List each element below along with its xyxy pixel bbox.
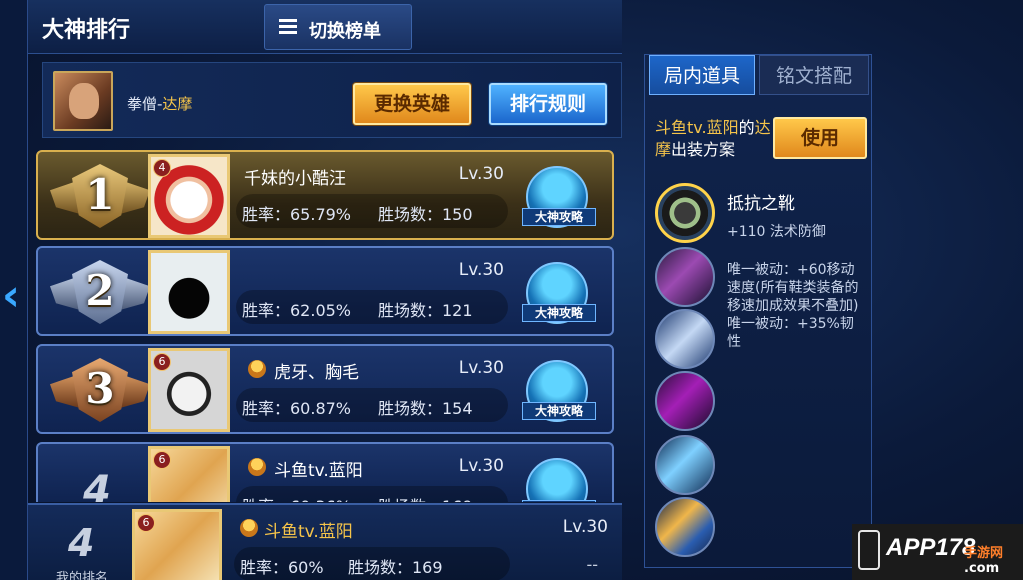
player-name: 千妹的小酷汪 [244, 169, 346, 189]
avatar-level-badge: 4 [153, 159, 171, 177]
win-rate: 胜率：60.36% [242, 493, 351, 502]
axe-item-icon[interactable] [655, 247, 715, 307]
item-stat: +110 法术防御 [727, 224, 826, 240]
boots-item-icon[interactable] [655, 183, 715, 243]
avatar-level-badge: 6 [153, 451, 171, 469]
switch-list-label: 切换榜单 [309, 21, 381, 42]
stats-bar: 胜率：60.87% 胜场数：154 [236, 388, 508, 422]
guide-label: 大神攻略 [522, 208, 596, 226]
watermark-sub-text: 手游网 [964, 546, 1004, 561]
collapse-arrow-icon[interactable]: ‹ [0, 268, 22, 324]
build-panel: 局内道具 铭文搭配 斗鱼tv.蓝阳的达摩出装方案 使用 抵抗之靴 +110 法术… [644, 54, 872, 568]
avatar-level-badge: 6 [153, 353, 171, 371]
hero-title: 拳僧- [127, 95, 163, 113]
player-avatar[interactable] [148, 250, 230, 334]
tab-runes[interactable]: 铭文搭配 [759, 55, 869, 95]
guide-button[interactable]: 大神攻略 [522, 458, 596, 502]
stats-bar: 胜率：62.05% 胜场数：121 [236, 290, 508, 324]
build-heading: 斗鱼tv.蓝阳的达摩出装方案 [655, 117, 775, 161]
guide-label: 大神攻略 [522, 500, 596, 502]
rank-3-badge: 3 [50, 354, 150, 426]
my-rank-number: 4 [68, 521, 95, 565]
guide-button[interactable]: 大神攻略 [522, 166, 596, 228]
stats-bar: 胜率：60.36% 胜场数：169 [236, 486, 508, 502]
hero-name-highlight: 达摩 [162, 95, 193, 113]
player-name: 斗鱼tv.蓝阳 [274, 461, 363, 481]
change-hero-button[interactable]: 更换英雄 [353, 83, 471, 125]
rank-number: 2 [85, 266, 115, 315]
build-heading-tail: 出装方案 [671, 140, 736, 159]
item-description: 唯一被动：+60移动速度(所有鞋类装备的移速加成效果不叠加)唯一被动：+35%韧… [727, 262, 859, 350]
rank-row-3[interactable]: 3 6 虎牙、胸毛 Lv.30 胜率：60.87% 胜场数：154 大神攻略 [36, 344, 614, 434]
use-build-button[interactable]: 使用 [773, 117, 867, 159]
player-level: Lv.30 [458, 358, 504, 378]
my-win-count: 胜场数：169 [348, 558, 443, 577]
hero-name: 拳僧-达摩 [127, 93, 192, 114]
list-icon [279, 19, 297, 35]
watermark-text: APP178 [886, 534, 976, 561]
player-level: Lv.30 [458, 456, 504, 476]
bow-item-icon[interactable] [655, 435, 715, 495]
my-extra: -- [586, 555, 598, 574]
rank-1-badge: 1 [50, 160, 150, 232]
win-rate: 胜率：60.87% [242, 399, 352, 418]
watermark-logo: APP178 手游网 .com [852, 524, 1023, 580]
win-count: 胜场数：154 [378, 399, 473, 418]
sword-item-icon[interactable] [655, 309, 715, 369]
avatar-level-badge: 6 [137, 514, 155, 532]
panel-tabs: 局内道具 铭文搭配 [645, 55, 871, 97]
rank-number: 1 [85, 170, 115, 219]
rank-2-badge: 2 [50, 256, 150, 328]
my-player-level: Lv.30 [562, 517, 608, 537]
watermark-sub: 手游网 .com [964, 542, 1003, 576]
watermark-domain: .com [964, 561, 1000, 576]
rank-row-4[interactable]: 4 6 斗鱼tv.蓝阳 Lv.30 胜率：60.36% 胜场数：169 大神攻略 [36, 442, 614, 502]
ranking-rules-button[interactable]: 排行规则 [489, 83, 607, 125]
rank-number: 4 [83, 468, 111, 502]
player-avatar[interactable]: 6 [148, 446, 230, 502]
medal-icon [248, 458, 266, 476]
tab-items[interactable]: 局内道具 [649, 55, 755, 95]
stats-bar: 胜率：65.79% 胜场数：150 [236, 194, 508, 228]
purple-armor-item-icon[interactable] [655, 371, 715, 431]
guide-label: 大神攻略 [522, 402, 596, 420]
game-screen: ‹ 大神排行 切换榜单 拳僧-达摩 更换英雄 排行规则 1 4 千妹的小酷汪 L… [0, 0, 1023, 580]
win-rate: 胜率：62.05% [242, 301, 352, 320]
guide-label: 大神攻略 [522, 304, 596, 322]
hero-bar: 拳僧-达摩 更换英雄 排行规则 [42, 62, 622, 138]
phone-icon [858, 530, 880, 570]
my-avatar[interactable]: 6 [132, 509, 222, 580]
item-name: 抵抗之靴 [727, 194, 795, 214]
guide-button[interactable]: 大神攻略 [522, 262, 596, 324]
page-title: 大神排行 [42, 18, 131, 43]
rank-number: 3 [85, 364, 115, 413]
rank-row-1[interactable]: 1 4 千妹的小酷汪 Lv.30 胜率：65.79% 胜场数：150 大神攻略 [36, 150, 614, 240]
my-rank-label: 我的排名 [56, 571, 109, 580]
player-level: Lv.30 [458, 164, 504, 184]
player-level: Lv.30 [458, 260, 504, 280]
win-count: 胜场数：169 [378, 493, 473, 502]
player-avatar[interactable]: 6 [148, 348, 230, 432]
gold-armor-item-icon[interactable] [655, 497, 715, 557]
rank-row-2[interactable]: 2 Lv.30 胜率：62.05% 胜场数：121 大神攻略 [36, 246, 614, 336]
my-rank-bar: 4 我的排名 6 斗鱼tv.蓝阳 Lv.30 胜率：60% 胜场数：169 -- [28, 503, 622, 580]
build-heading-mid: 的 [738, 118, 755, 137]
player-avatar[interactable]: 4 [148, 154, 230, 238]
medal-icon [248, 360, 266, 378]
win-count: 胜场数：121 [378, 301, 473, 320]
switch-list-button[interactable]: 切换榜单 [264, 4, 412, 50]
hero-avatar[interactable] [53, 71, 113, 131]
my-stats-bar: 胜率：60% 胜场数：169 [234, 547, 510, 580]
player-name: 虎牙、胸毛 [274, 363, 359, 383]
my-win-rate: 胜率：60% [240, 558, 324, 577]
medal-icon [240, 519, 258, 537]
win-count: 胜场数：150 [378, 205, 473, 224]
guide-button[interactable]: 大神攻略 [522, 360, 596, 422]
build-owner: 斗鱼tv.蓝阳 [655, 118, 739, 137]
my-player-name: 斗鱼tv.蓝阳 [264, 522, 353, 542]
win-rate: 胜率：65.79% [242, 205, 352, 224]
header-bar: 大神排行 切换榜单 [28, 0, 622, 54]
